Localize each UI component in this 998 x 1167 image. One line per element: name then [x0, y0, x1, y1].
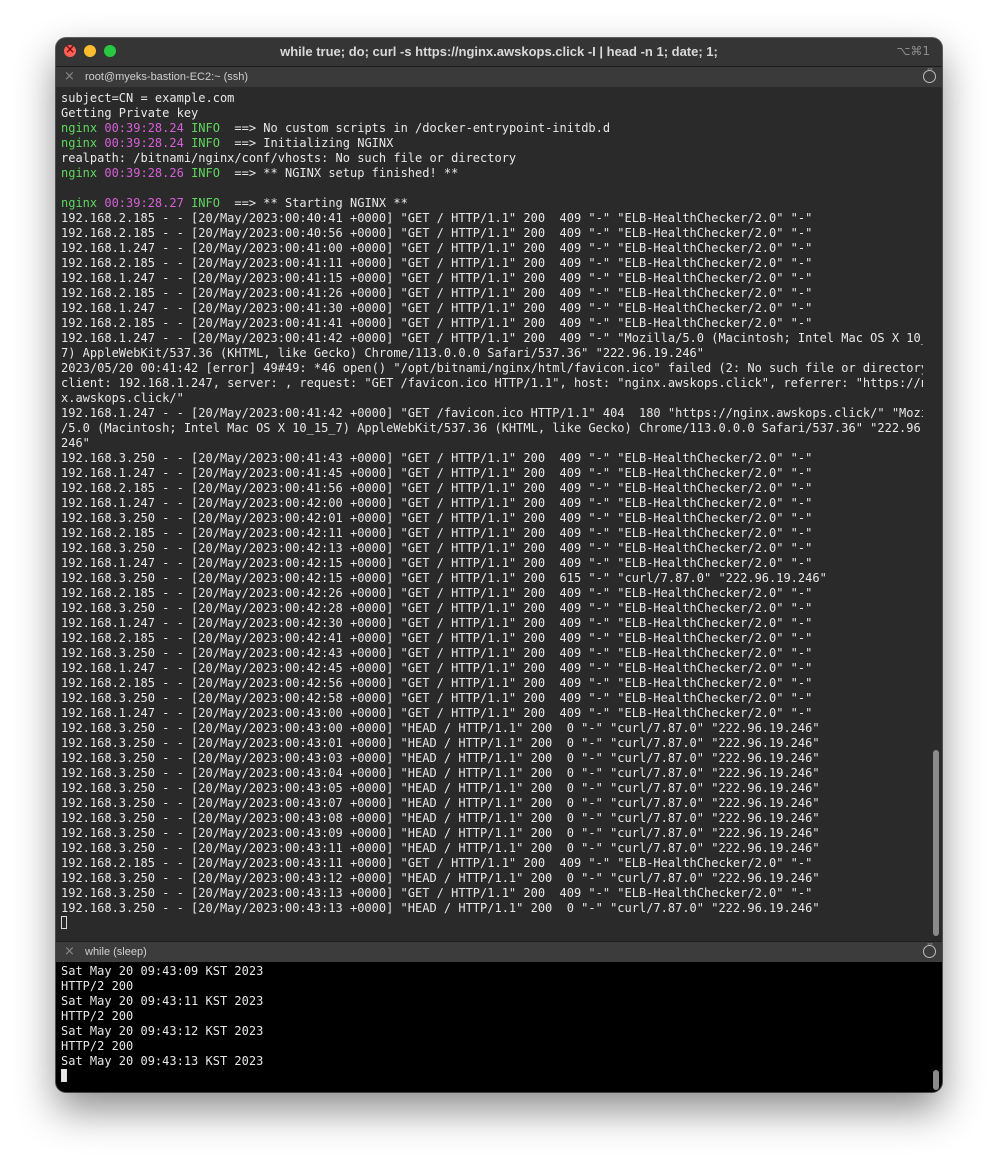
terminal-line: 192.168.3.250 - - [20/May/2023:00:43:01 … — [61, 736, 820, 750]
terminal-line: 192.168.3.250 - - [20/May/2023:00:43:09 … — [61, 826, 820, 840]
title-bar[interactable]: while true; do; curl -s https://nginx.aw… — [56, 38, 942, 67]
prompt-line[interactable] — [61, 916, 923, 931]
terminal-line: 192.168.2.185 - - [20/May/2023:00:42:26 … — [61, 586, 813, 600]
terminal-line: 192.168.2.185 - - [20/May/2023:00:40:56 … — [61, 226, 813, 240]
terminal-line: 192.168.3.250 - - [20/May/2023:00:42:01 … — [61, 511, 813, 525]
terminal-line: 192.168.2.185 - - [20/May/2023:00:41:56 … — [61, 481, 813, 495]
terminal-line: 192.168.3.250 - - [20/May/2023:00:43:13 … — [61, 886, 813, 900]
terminal-window: while true; do; curl -s https://nginx.aw… — [56, 38, 942, 1092]
terminal-line: 192.168.2.185 - - [20/May/2023:00:41:41 … — [61, 316, 813, 330]
terminal-line: HTTP/2 200 — [61, 1009, 134, 1023]
bottom-pane-title: while (sleep) — [85, 946, 147, 958]
terminal-line: HTTP/2 200 — [61, 979, 134, 993]
top-terminal-output: subject=CN = example.com Getting Private … — [61, 91, 923, 931]
terminal-line: 192.168.3.250 - - [20/May/2023:00:43:13 … — [61, 901, 820, 915]
terminal-line: 192.168.3.250 - - [20/May/2023:00:43:04 … — [61, 766, 820, 780]
text-cursor — [61, 1069, 67, 1082]
text-cursor — [61, 916, 67, 929]
terminal-line: 192.168.3.250 - - [20/May/2023:00:43:03 … — [61, 751, 820, 765]
terminal-line: Sat May 20 09:43:12 KST 2023 — [61, 1024, 264, 1038]
terminal-line: 192.168.3.250 - - [20/May/2023:00:43:08 … — [61, 811, 820, 825]
terminal-line: 192.168.3.250 - - [20/May/2023:00:42:58 … — [61, 691, 813, 705]
terminal-line: 2023/05/20 00:41:42 [error] 49#49: *46 o… — [61, 361, 923, 375]
terminal-line: 192.168.1.247 - - [20/May/2023:00:42:00 … — [61, 496, 813, 510]
terminal-line: 192.168.1.247 - - [20/May/2023:00:42:15 … — [61, 556, 813, 570]
terminal-line: 192.168.3.250 - - [20/May/2023:00:43:05 … — [61, 781, 820, 795]
terminal-line: 192.168.2.185 - - [20/May/2023:00:43:11 … — [61, 856, 813, 870]
terminal-line: 192.168.1.247 - - [20/May/2023:00:42:45 … — [61, 661, 813, 675]
terminal-line: 192.168.3.250 - - [20/May/2023:00:43:12 … — [61, 871, 820, 885]
terminal-line: Getting Private key — [61, 106, 199, 120]
top-terminal-pane[interactable]: subject=CN = example.com Getting Private … — [56, 88, 942, 941]
bottom-scrollbar[interactable] — [932, 1070, 940, 1090]
terminal-line: 246" — [61, 436, 90, 450]
top-pane-menu-icon[interactable] — [923, 65, 936, 83]
bottom-pane-menu-icon[interactable] — [923, 940, 936, 958]
terminal-line: nginx 00:39:28.24 INFO ==> No custom scr… — [61, 121, 611, 135]
terminal-line: HTTP/2 200 — [61, 1039, 134, 1053]
terminal-line: 192.168.3.250 - - [20/May/2023:00:42:43 … — [61, 646, 813, 660]
top-pane-header[interactable]: × root@myeks-bastion-EC2:~ (ssh) — [56, 65, 942, 87]
terminal-line: 192.168.3.250 - - [20/May/2023:00:43:00 … — [61, 721, 820, 735]
terminal-line: 192.168.1.247 - - [20/May/2023:00:41:45 … — [61, 466, 813, 480]
window-shortcut: ⌥⌘1 — [896, 44, 930, 58]
terminal-line: nginx 00:39:28.27 INFO ==> ** Starting N… — [61, 196, 408, 210]
terminal-line: Sat May 20 09:43:11 KST 2023 — [61, 994, 264, 1008]
terminal-line: client: 192.168.1.247, server: , request… — [61, 376, 923, 390]
terminal-line: 192.168.3.250 - - [20/May/2023:00:42:13 … — [61, 541, 813, 555]
terminal-line: Sat May 20 09:43:09 KST 2023 — [61, 964, 264, 978]
terminal-line: x.awskops.click/" — [61, 391, 184, 405]
terminal-line: 192.168.2.185 - - [20/May/2023:00:42:11 … — [61, 526, 813, 540]
terminal-line: 192.168.2.185 - - [20/May/2023:00:42:41 … — [61, 631, 813, 645]
terminal-line: 192.168.3.250 - - [20/May/2023:00:43:11 … — [61, 841, 820, 855]
terminal-line: 192.168.2.185 - - [20/May/2023:00:41:11 … — [61, 256, 813, 270]
terminal-line: 192.168.3.250 - - [20/May/2023:00:41:43 … — [61, 451, 813, 465]
terminal-line: subject=CN = example.com — [61, 91, 235, 105]
top-pane-title: root@myeks-bastion-EC2:~ (ssh) — [85, 71, 249, 83]
terminal-line: realpath: /bitnami/nginx/conf/vhosts: No… — [61, 151, 517, 165]
top-scrollbar-thumb[interactable] — [933, 750, 939, 936]
terminal-line: 192.168.2.185 - - [20/May/2023:00:41:26 … — [61, 286, 813, 300]
prompt-line[interactable] — [61, 1069, 923, 1084]
terminal-line: 192.168.1.247 - - [20/May/2023:00:41:30 … — [61, 301, 813, 315]
terminal-line: /5.0 (Macintosh; Intel Mac OS X 10_15_7)… — [61, 421, 923, 435]
terminal-line: 192.168.2.185 - - [20/May/2023:00:42:56 … — [61, 676, 813, 690]
terminal-line: 7) AppleWebKit/537.36 (KHTML, like Gecko… — [61, 346, 704, 360]
terminal-line: 192.168.1.247 - - [20/May/2023:00:41:00 … — [61, 241, 813, 255]
terminal-line: nginx 00:39:28.26 INFO ==> ** NGINX setu… — [61, 166, 459, 180]
terminal-line: nginx 00:39:28.24 INFO ==> Initializing … — [61, 136, 394, 150]
bottom-pane-header[interactable]: × while (sleep) — [56, 940, 942, 962]
terminal-line: 192.168.1.247 - - [20/May/2023:00:41:42 … — [61, 331, 923, 345]
bottom-scrollbar-thumb[interactable] — [933, 1070, 939, 1090]
terminal-line: 192.168.3.250 - - [20/May/2023:00:42:15 … — [61, 571, 827, 585]
terminal-line: 192.168.3.250 - - [20/May/2023:00:43:07 … — [61, 796, 820, 810]
terminal-line: Sat May 20 09:43:13 KST 2023 — [61, 1054, 264, 1068]
bottom-terminal-pane[interactable]: Sat May 20 09:43:09 KST 2023 HTTP/2 200 Sa… — [56, 962, 942, 1092]
bottom-pane-close-icon[interactable]: × — [64, 944, 75, 959]
bottom-terminal-output: Sat May 20 09:43:09 KST 2023 HTTP/2 200 Sa… — [61, 964, 923, 1084]
terminal-line: 192.168.2.185 - - [20/May/2023:00:40:41 … — [61, 211, 813, 225]
terminal-line: 192.168.1.247 - - [20/May/2023:00:43:00 … — [61, 706, 813, 720]
window-title: while true; do; curl -s https://nginx.aw… — [280, 44, 718, 59]
top-pane-close-icon[interactable]: × — [64, 69, 75, 84]
terminal-line: 192.168.1.247 - - [20/May/2023:00:41:15 … — [61, 271, 813, 285]
terminal-line: 192.168.3.250 - - [20/May/2023:00:42:28 … — [61, 601, 813, 615]
top-scrollbar[interactable] — [932, 750, 940, 936]
terminal-line: 192.168.1.247 - - [20/May/2023:00:42:30 … — [61, 616, 813, 630]
terminal-line: 192.168.1.247 - - [20/May/2023:00:41:42 … — [61, 406, 923, 420]
